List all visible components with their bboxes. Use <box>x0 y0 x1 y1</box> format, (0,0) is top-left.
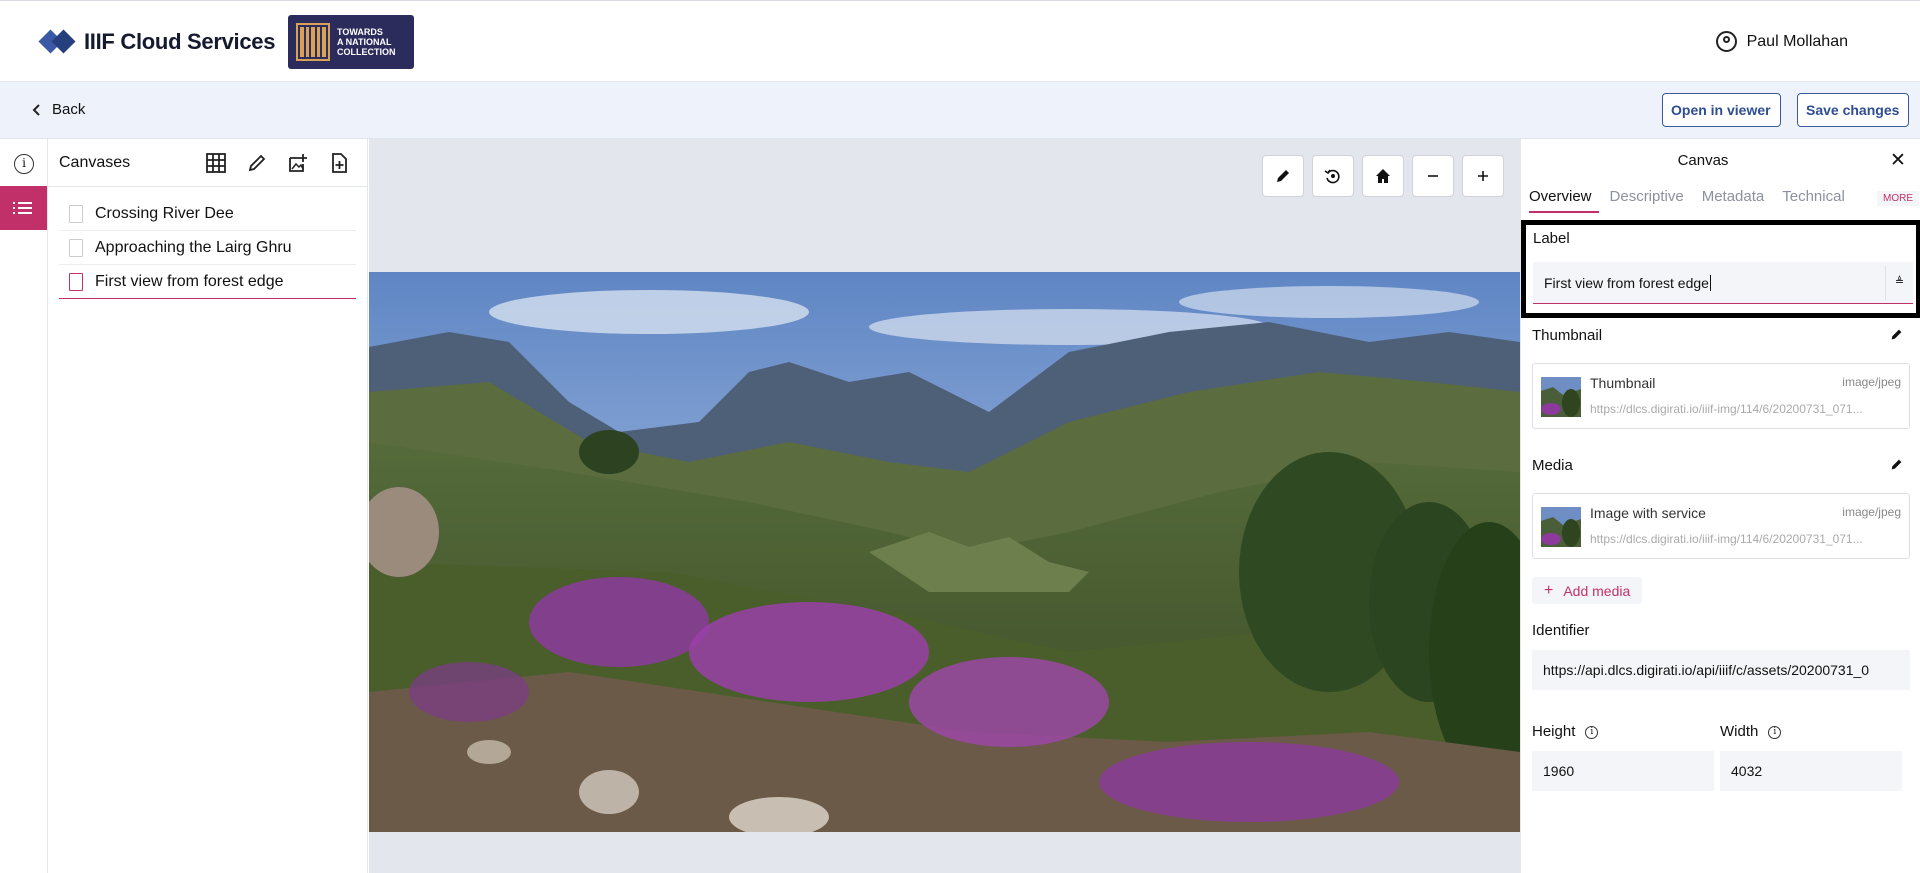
identifier-title: Identifier <box>1532 622 1590 639</box>
tab-metadata[interactable]: Metadata <box>1702 188 1772 213</box>
zoom-out-icon[interactable] <box>1412 155 1454 197</box>
iiif-logo-icon <box>38 29 76 55</box>
canvas-properties-panel: Canvas ✕ Overview Descriptive Metadata T… <box>1520 139 1920 873</box>
left-rail: i <box>0 139 48 873</box>
height-info-icon[interactable]: i <box>1585 725 1599 739</box>
save-changes-button[interactable]: Save changes <box>1797 93 1909 127</box>
width-field[interactable]: 4032 <box>1720 751 1902 791</box>
document-icon <box>69 272 83 291</box>
media-title: Media <box>1532 457 1573 474</box>
canvas-list-item-active[interactable]: First view from forest edge <box>59 265 356 299</box>
user-menu[interactable]: Paul Mollahan <box>1715 31 1848 52</box>
media-type: image/jpeg <box>1842 505 1901 519</box>
thumbnail-name: Thumbnail <box>1590 375 1656 391</box>
label-input[interactable]: First view from forest edge ≜ <box>1533 262 1913 304</box>
edit-media-pencil-icon[interactable] <box>1890 458 1903 474</box>
add-media-button[interactable]: + Add media <box>1532 577 1643 604</box>
media-card[interactable]: Image with service image/jpeg https://dl… <box>1532 493 1910 559</box>
user-circle-icon <box>1715 31 1737 52</box>
pencil-icon[interactable] <box>1262 155 1304 197</box>
plus-icon: + <box>1544 581 1554 599</box>
height-title: Height i <box>1532 723 1599 740</box>
zoom-in-icon[interactable] <box>1462 155 1504 197</box>
home-icon[interactable] <box>1362 155 1404 197</box>
open-in-viewer-button[interactable]: Open in viewer <box>1662 93 1781 127</box>
canvas-list-item[interactable]: Approaching the Lairg Ghru <box>59 231 356 265</box>
file-add-icon[interactable] <box>328 152 350 174</box>
canvas-list: Crossing River Dee Approaching the Lairg… <box>48 187 367 299</box>
tab-technical[interactable]: Technical <box>1782 188 1852 213</box>
viewer-toolbar <box>1262 155 1504 197</box>
image-viewer[interactable] <box>369 139 1520 873</box>
back-label: Back <box>52 101 86 118</box>
media-thumbnail-image <box>1541 507 1581 547</box>
canvas-item-label: Approaching the Lairg Ghru <box>95 238 292 256</box>
identifier-field[interactable]: https://api.dlcs.digirati.io/api/iiif/c/… <box>1532 650 1910 690</box>
width-info-icon[interactable]: i <box>1768 725 1782 739</box>
tab-overview[interactable]: Overview <box>1529 188 1599 213</box>
chevron-left-icon <box>32 103 40 116</box>
label-field-highlight: Label First view from forest edge ≜ <box>1521 220 1920 318</box>
top-header: IIIF Cloud Services TOWARDS A NATIONAL COL… <box>0 0 1920 82</box>
canvas-list-item[interactable]: Crossing River Dee <box>59 197 356 231</box>
pencil-icon[interactable] <box>246 152 268 174</box>
language-toggle-icon[interactable]: ≜ <box>1885 266 1913 300</box>
document-icon <box>69 204 83 223</box>
action-bar: Back Open in viewer Save changes <box>0 82 1920 139</box>
label-value: First view from forest edge <box>1544 274 1709 291</box>
width-title: Width i <box>1720 723 1782 740</box>
partner-logo-text: TOWARDS A NATIONAL COLLECTION <box>337 27 396 57</box>
tab-descriptive[interactable]: Descriptive <box>1610 188 1691 213</box>
partner-logo: TOWARDS A NATIONAL COLLECTION <box>288 15 414 69</box>
partner-logo-icon <box>296 23 330 61</box>
brand-name: IIIF Cloud Services <box>84 29 276 54</box>
canvas-item-label: Crossing River Dee <box>95 204 234 222</box>
back-button[interactable]: Back <box>32 101 85 118</box>
edit-thumbnail-pencil-icon[interactable] <box>1890 328 1903 344</box>
grid-icon[interactable] <box>205 152 227 174</box>
canvases-header: Canvases <box>48 139 367 187</box>
image-add-icon[interactable] <box>287 152 309 174</box>
document-icon <box>69 238 83 257</box>
thumbnail-type: image/jpeg <box>1842 375 1901 389</box>
panel-title: Canvas <box>1677 152 1729 169</box>
canvases-panel: Canvases Crossing River Dee Approaching … <box>48 139 368 873</box>
canvas-image[interactable] <box>369 272 1520 832</box>
list-icon[interactable] <box>0 186 47 230</box>
thumbnail-url: https://dlcs.digirati.io/iiif-img/114/6/… <box>1590 402 1863 416</box>
thumbnail-card[interactable]: Thumbnail image/jpeg https://dlcs.digira… <box>1532 363 1910 429</box>
panel-tabs: Overview Descriptive Metadata Technical <box>1529 188 1863 213</box>
more-tabs-button[interactable]: MORE <box>1877 191 1919 206</box>
rotate-icon[interactable] <box>1312 155 1354 197</box>
user-name: Paul Mollahan <box>1746 32 1848 50</box>
brand-logo[interactable]: IIIF Cloud Services <box>38 29 276 55</box>
close-icon[interactable]: ✕ <box>1890 149 1906 172</box>
canvas-item-label: First view from forest edge <box>95 272 284 290</box>
add-media-label: Add media <box>1563 582 1631 599</box>
thumbnail-image <box>1541 377 1581 417</box>
width-label: Width <box>1720 723 1759 740</box>
height-field[interactable]: 1960 <box>1532 751 1714 791</box>
label-title: Label <box>1533 230 1570 247</box>
info-icon[interactable]: i <box>14 154 34 174</box>
height-label: Height <box>1532 723 1576 740</box>
thumbnail-title: Thumbnail <box>1532 327 1603 344</box>
media-name: Image with service <box>1590 505 1706 521</box>
canvases-title: Canvases <box>59 153 131 171</box>
media-url: https://dlcs.digirati.io/iiif-img/114/6/… <box>1590 532 1863 546</box>
